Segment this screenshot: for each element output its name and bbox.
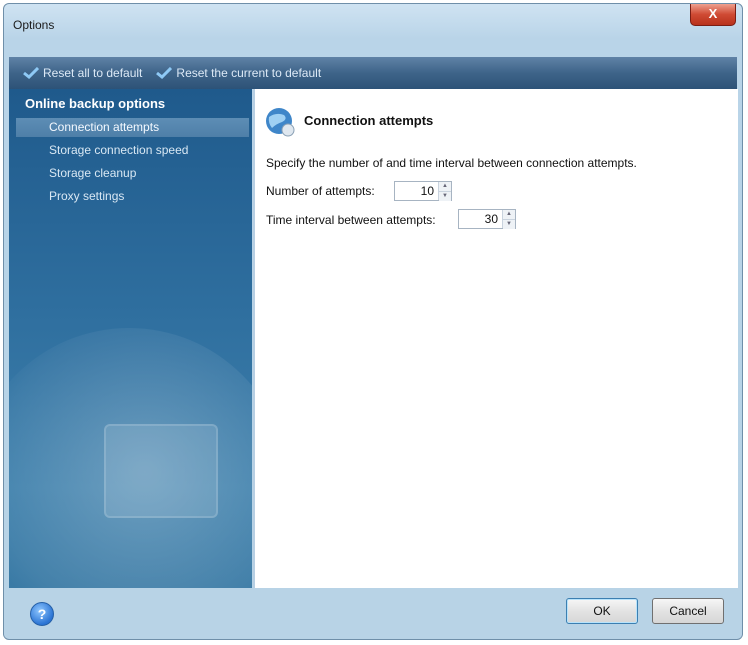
attempts-stepper[interactable]: 10 ▲ ▼ [394,181,452,201]
globe-icon [266,108,295,137]
interval-spin-buttons[interactable]: ▲ ▼ [502,210,515,229]
title-bar: Options X [4,4,742,52]
window-title: Options [13,18,55,32]
reset-all-label: Reset all to default [43,66,143,80]
attempts-label: Number of attempts: [266,184,375,198]
interval-value[interactable]: 30 [459,210,502,228]
spin-up-icon[interactable]: ▲ [439,182,451,191]
section-title: Connection attempts [304,113,434,128]
reset-all-button[interactable]: Reset all to default [23,66,142,80]
sidebar-group-title: Online backup options [25,96,166,111]
sidebar: Online backup options Connection attempt… [9,89,252,588]
cancel-button[interactable]: Cancel [652,598,724,624]
sidebar-item-storage-connection-speed[interactable]: Storage connection speed [16,141,249,160]
dialog-footer: ? OK Cancel [9,588,737,636]
checkmark-icon [156,67,173,79]
sidebar-item-connection-attempts[interactable]: Connection attempts [16,118,249,137]
sidebar-item-proxy-settings[interactable]: Proxy settings [16,187,249,206]
toolbar: Reset all to default Reset the current t… [9,57,737,89]
help-icon[interactable]: ? [30,602,54,626]
spin-down-icon[interactable]: ▼ [439,191,451,201]
options-window: Options X Reset all to default Reset the… [3,3,743,640]
interval-label: Time interval between attempts: [266,213,436,227]
attempts-value[interactable]: 10 [395,182,438,200]
monitor-decoration-icon [104,424,218,518]
sidebar-item-storage-cleanup[interactable]: Storage cleanup [16,164,249,183]
content-panel: Connection attempts Specify the number o… [253,89,738,588]
close-button[interactable]: X [690,4,736,26]
spin-down-icon[interactable]: ▼ [503,219,515,229]
reset-current-label: Reset the current to default [176,66,322,80]
ok-button[interactable]: OK [566,598,638,624]
interval-stepper[interactable]: 30 ▲ ▼ [458,209,516,229]
section-description: Specify the number of and time interval … [266,156,637,170]
reset-current-button[interactable]: Reset the current to default [156,66,321,80]
spin-up-icon[interactable]: ▲ [503,210,515,219]
checkmark-icon [23,67,39,79]
attempts-spin-buttons[interactable]: ▲ ▼ [438,182,451,201]
